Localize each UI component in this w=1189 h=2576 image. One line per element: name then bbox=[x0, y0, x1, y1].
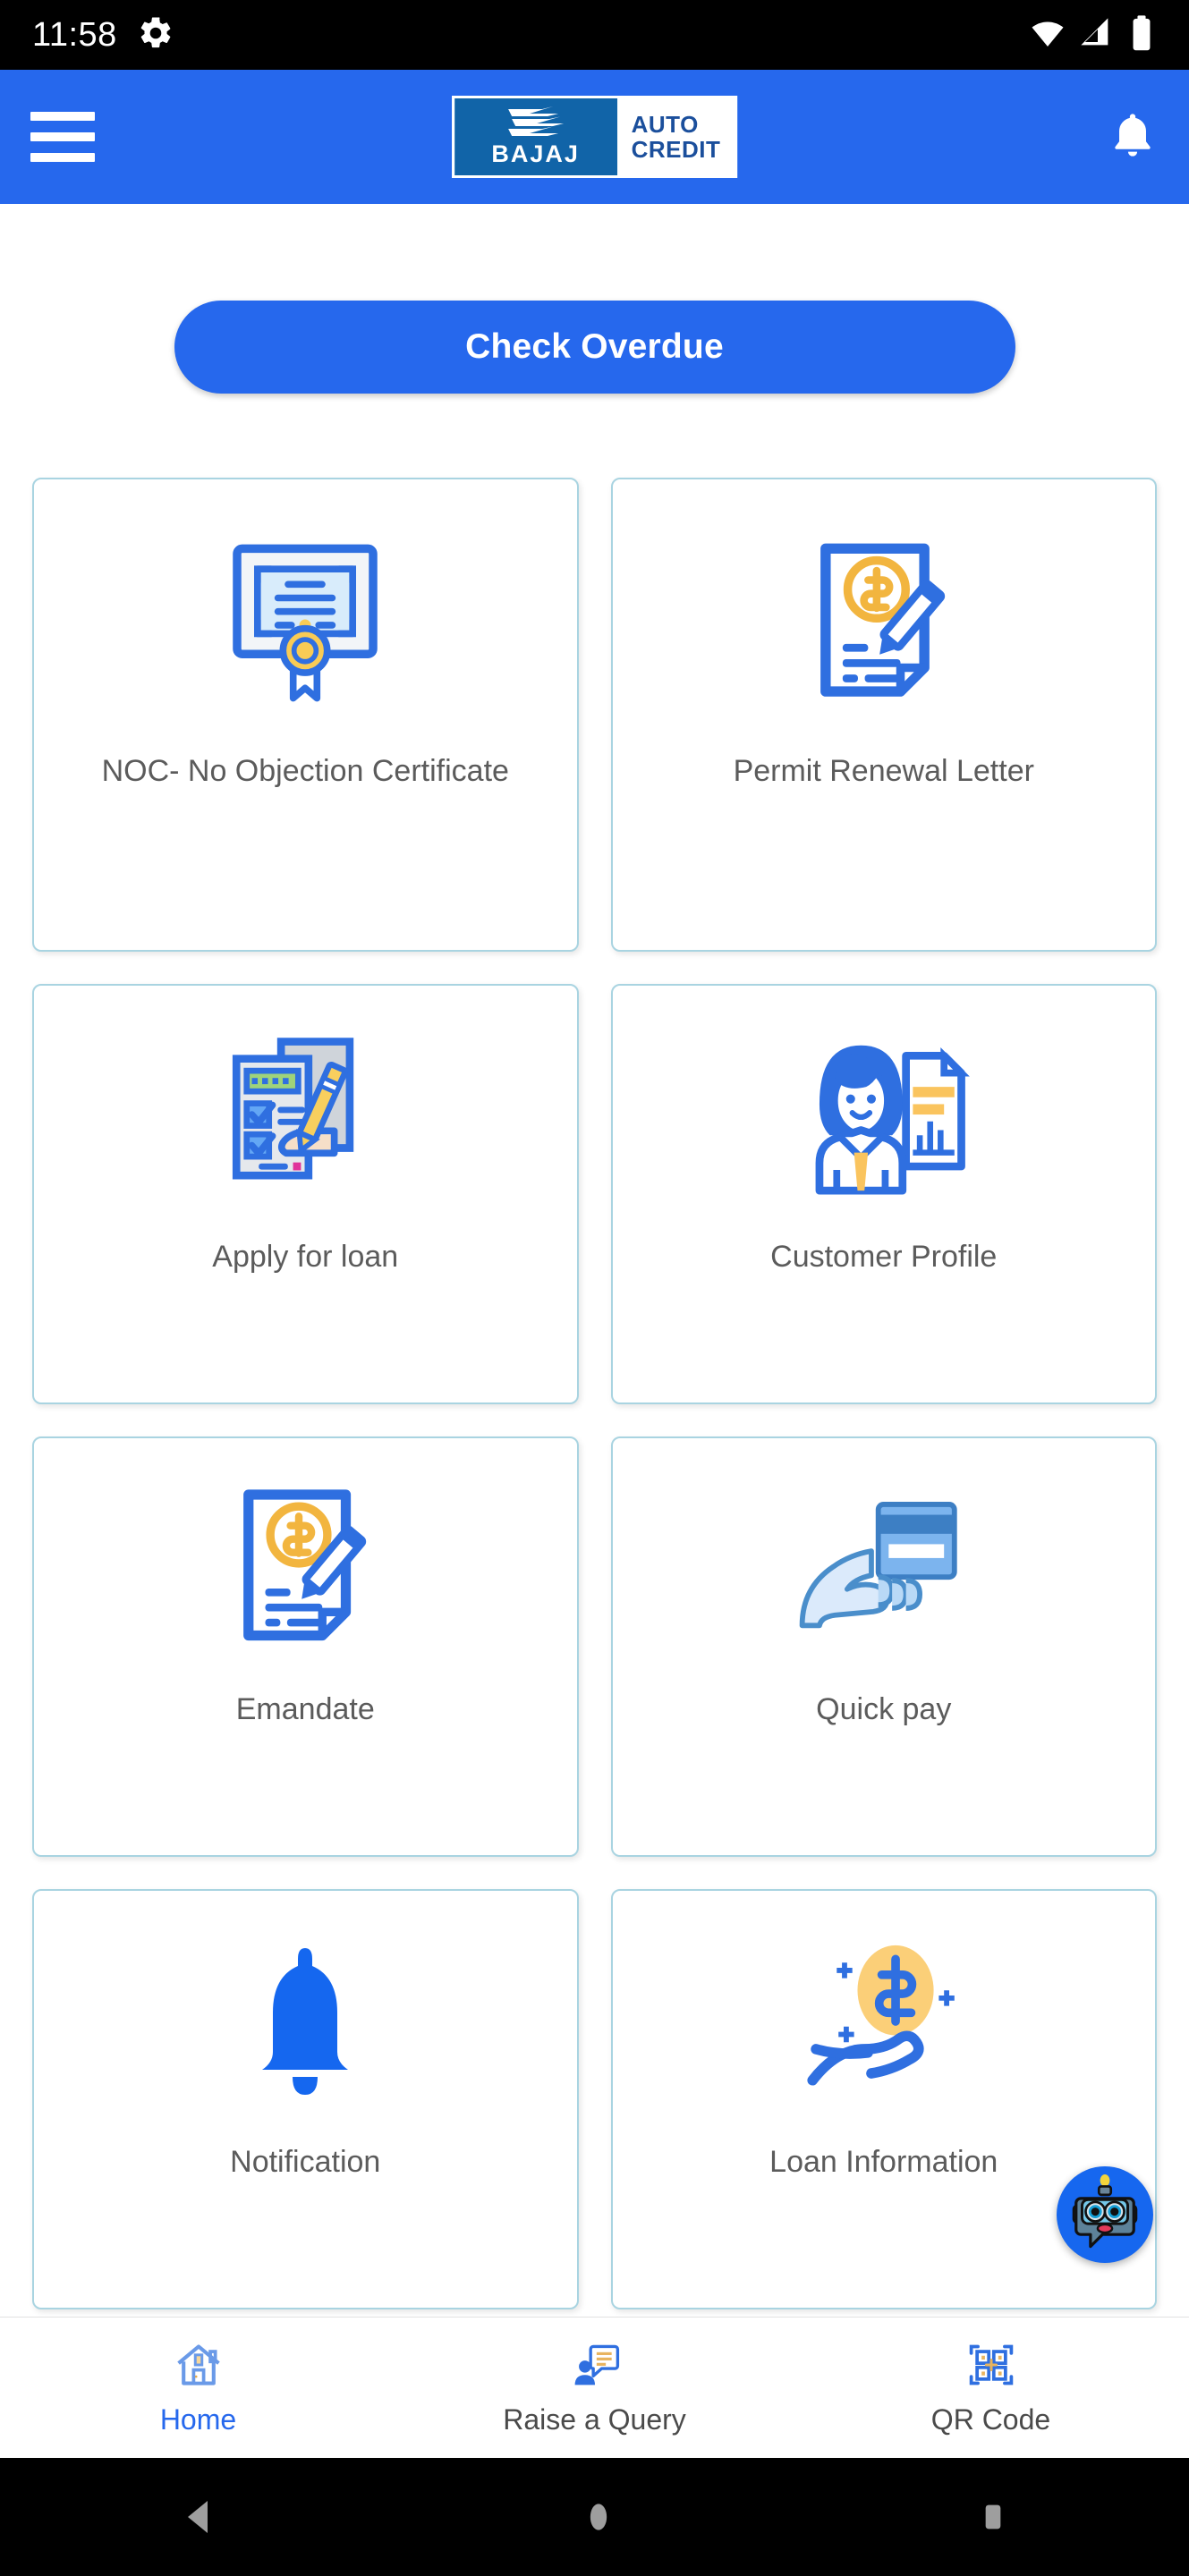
brand-product-line1: AUTO bbox=[631, 110, 699, 138]
tile-quick-pay[interactable]: Quick pay bbox=[610, 1436, 1157, 1857]
bell-icon bbox=[238, 1925, 372, 2117]
brand-name: BAJAJ bbox=[491, 140, 580, 167]
tile-noc-certificate[interactable]: NOC- No Objection Certificate bbox=[32, 478, 579, 952]
notification-bell-button[interactable] bbox=[1107, 109, 1159, 165]
gear-icon bbox=[137, 14, 174, 56]
hamburger-menu-icon[interactable] bbox=[30, 112, 95, 162]
recents-square-icon[interactable] bbox=[975, 2497, 1011, 2537]
tile-label: Quick pay bbox=[816, 1692, 952, 1726]
cellular-signal-icon bbox=[1078, 15, 1114, 55]
hamburger-bar bbox=[30, 153, 95, 162]
status-right-icons bbox=[1030, 14, 1157, 56]
home-circle-icon[interactable] bbox=[579, 2497, 618, 2537]
tile-permit-renewal-letter[interactable]: Permit Renewal Letter bbox=[610, 478, 1157, 952]
wifi-icon bbox=[1030, 15, 1066, 55]
status-left-icons bbox=[137, 14, 174, 56]
bottom-nav-label: Raise a Query bbox=[503, 2402, 686, 2436]
hamburger-bar bbox=[30, 132, 95, 141]
hamburger-bar bbox=[30, 112, 95, 121]
tile-label: Emandate bbox=[235, 1692, 375, 1726]
brand-product-line2: CREDIT bbox=[631, 136, 721, 163]
tile-notification[interactable]: Notification bbox=[32, 1889, 579, 2309]
bottom-navigation: Home Raise a Query QR Code bbox=[0, 2317, 1189, 2458]
bell-icon bbox=[1107, 109, 1159, 165]
status-bar: 11:58 bbox=[0, 0, 1189, 70]
hand-coin-icon bbox=[792, 1925, 975, 2117]
service-tiles-grid: NOC- No Objection Certificate Permit Ren… bbox=[32, 478, 1157, 2309]
tile-label: Customer Profile bbox=[770, 1240, 998, 1274]
bajaj-mark-icon bbox=[503, 106, 569, 140]
tile-label: NOC- No Objection Certificate bbox=[101, 754, 509, 788]
bottom-nav-item-qr-code[interactable]: QR Code bbox=[793, 2340, 1189, 2436]
person-profile-icon bbox=[792, 1020, 975, 1212]
app-header: BAJAJ AUTO CREDIT bbox=[0, 70, 1189, 204]
app-root: 11:58 BAJAJ AUTO CREDIT Check Overdue NO… bbox=[0, 0, 1189, 2576]
status-clock: 11:58 bbox=[32, 15, 117, 54]
tile-label: Permit Renewal Letter bbox=[733, 754, 1034, 788]
check-overdue-button[interactable]: Check Overdue bbox=[174, 301, 1015, 394]
document-sign-icon bbox=[227, 1472, 384, 1665]
tile-label: Notification bbox=[230, 2145, 381, 2179]
document-sign-icon bbox=[805, 521, 962, 726]
chatbot-fab-button[interactable] bbox=[1057, 2166, 1153, 2263]
android-system-nav bbox=[0, 2458, 1189, 2576]
hand-credit-card-icon bbox=[792, 1472, 975, 1665]
brand-logo-right: AUTO CREDIT bbox=[616, 98, 735, 175]
battery-icon bbox=[1126, 14, 1157, 56]
home-icon bbox=[174, 2340, 224, 2394]
tile-apply-for-loan[interactable]: Apply for loan bbox=[32, 984, 579, 1404]
certificate-icon bbox=[220, 521, 390, 726]
tile-emandate[interactable]: Emandate bbox=[32, 1436, 579, 1857]
main-content: Check Overdue NOC- No Objection Certific… bbox=[0, 204, 1189, 2317]
cta-section: Check Overdue bbox=[32, 204, 1157, 394]
brand-logo: BAJAJ AUTO CREDIT bbox=[451, 96, 738, 178]
tile-label: Loan Information bbox=[769, 2145, 998, 2179]
bottom-nav-item-home[interactable]: Home bbox=[0, 2340, 396, 2436]
bottom-nav-item-raise-a-query[interactable]: Raise a Query bbox=[396, 2340, 793, 2436]
query-chat-icon bbox=[570, 2340, 620, 2394]
bottom-nav-label: Home bbox=[159, 2402, 237, 2436]
qr-code-icon bbox=[966, 2340, 1016, 2394]
form-checklist-hand-icon bbox=[216, 1020, 395, 1212]
tile-customer-profile[interactable]: Customer Profile bbox=[610, 984, 1157, 1404]
chatbot-robot-icon bbox=[1066, 2174, 1143, 2256]
tile-label: Apply for loan bbox=[212, 1240, 399, 1274]
back-triangle-icon[interactable] bbox=[179, 2496, 222, 2538]
bottom-nav-label: QR Code bbox=[930, 2402, 1051, 2436]
brand-logo-left: BAJAJ bbox=[454, 98, 617, 175]
